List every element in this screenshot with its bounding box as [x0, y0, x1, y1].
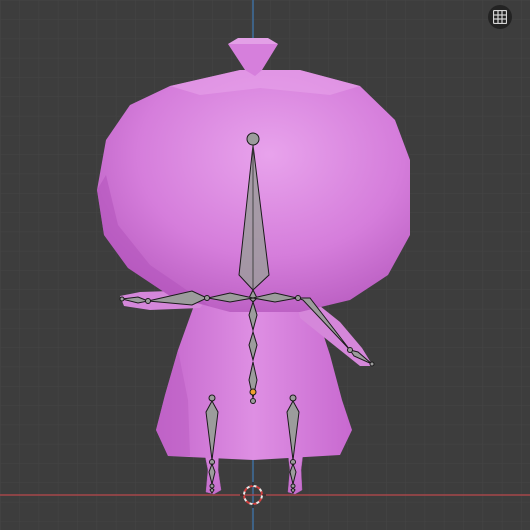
grid-icon: [493, 10, 507, 24]
joint-right-elbow[interactable]: [347, 347, 353, 353]
toggle-quad-view-button[interactable]: [488, 5, 512, 29]
joint-right-shoulder[interactable]: [295, 295, 301, 301]
joint-left-wrist[interactable]: [119, 296, 125, 302]
joint-head-top[interactable]: [246, 132, 260, 146]
joint-left-shoulder[interactable]: [204, 295, 210, 301]
joint-left-elbow[interactable]: [145, 298, 151, 304]
3d-viewport[interactable]: [0, 0, 530, 530]
joint-root[interactable]: [249, 388, 257, 396]
viewport-scene[interactable]: [0, 0, 530, 530]
joint-pelvis[interactable]: [250, 398, 256, 404]
joint-right-wrist[interactable]: [369, 361, 375, 367]
